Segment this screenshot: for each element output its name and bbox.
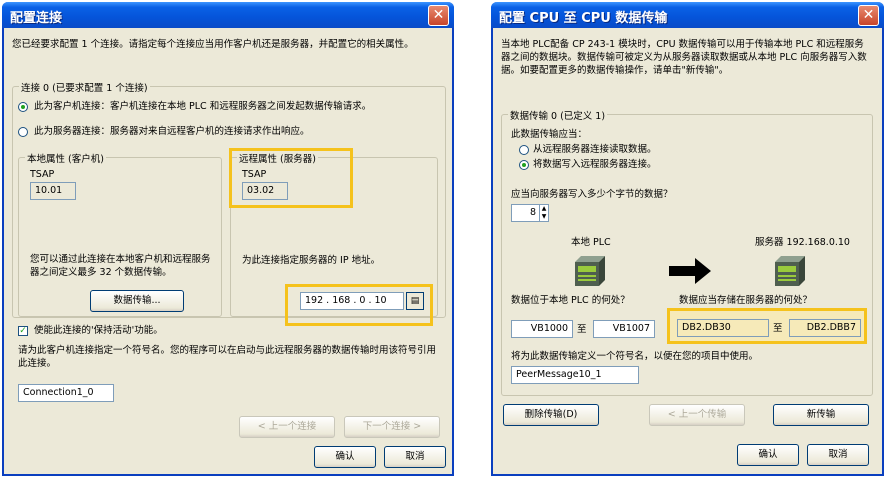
local-tsap-label: TSAP: [30, 169, 55, 180]
server-label: 服务器 192.168.0.10: [755, 237, 850, 248]
transfer-arrow-icon: [669, 258, 711, 284]
cpu-data-transfer-dialog: 配置 CPU 至 CPU 数据传输 ✕ 当本地 PLC配备 CP 243-1 模…: [491, 2, 884, 476]
connection-group-label: 连接 0 (已要求配置 1 个连接): [19, 80, 150, 94]
ip-address-highlight: [285, 284, 433, 326]
transfer-symbol-field[interactable]: PeerMessage10_1: [511, 366, 639, 384]
local-plc-icon: [575, 256, 605, 286]
client-connection-radio[interactable]: [18, 102, 28, 112]
prev-connection-button[interactable]: < 上一个连接: [239, 416, 335, 438]
local-note: 您可以通过此连接在本地客户机和远程服务器之间定义最多 32 个数据传输。: [30, 254, 211, 278]
transfer-group-label: 数据传输 0 (已定义 1): [508, 108, 608, 122]
title-bar[interactable]: 配置 CPU 至 CPU 数据传输 ✕: [491, 2, 884, 28]
write-radio[interactable]: [519, 160, 529, 170]
dialog-title: 配置连接: [10, 11, 63, 26]
client-connection-label[interactable]: 此为客户机连接：客户机连接在本地 PLC 和远程服务器之间发起数据传输请求。: [34, 100, 371, 113]
ok-button[interactable]: 确认: [314, 446, 376, 468]
cancel-button[interactable]: 取消: [384, 446, 446, 468]
delete-transfer-button[interactable]: 删除传输(D): [503, 404, 599, 426]
data-transfer-button[interactable]: 数据传输...: [90, 290, 184, 312]
close-icon[interactable]: ✕: [428, 5, 449, 26]
local-where-label: 数据位于本地 PLC 的何处？: [511, 295, 630, 306]
dialog-title: 配置 CPU 至 CPU 数据传输: [499, 11, 668, 26]
bytes-spinner-icon[interactable]: ▲ ▼: [539, 205, 548, 221]
configure-connection-dialog: 配置连接 ✕ 您已经要求配置 1 个连接。请指定每个连接应当用作客户机还是服务器…: [2, 2, 454, 476]
title-bar[interactable]: 配置连接 ✕: [2, 2, 454, 28]
keepalive-label[interactable]: 使能此连接的'保持活动'功能。: [34, 324, 163, 337]
new-transfer-button[interactable]: 新传输: [773, 404, 869, 426]
next-connection-button[interactable]: 下一个连接 >: [344, 416, 440, 438]
server-to-label: 至: [773, 323, 783, 334]
symbol-prompt: 请为此客户机连接指定一个符号名。您的程序可以在启动与此远程服务器的数据传输时用该…: [18, 345, 437, 369]
local-to-field[interactable]: VB1007: [593, 320, 655, 338]
close-icon[interactable]: ✕: [858, 5, 879, 26]
local-properties-label: 本地属性 (客户机): [25, 151, 106, 165]
server-connection-radio[interactable]: [18, 127, 28, 137]
should-label: 此数据传输应当：: [511, 129, 588, 140]
ok-button[interactable]: 确认: [737, 444, 799, 466]
intro-text: 您已经要求配置 1 个连接。请指定每个连接应当用作客户机还是服务器，并配置它的相…: [12, 39, 414, 50]
local-tsap-field[interactable]: 10.01: [30, 182, 76, 200]
server-where-label: 数据应当存储在服务器的何处？: [679, 295, 813, 306]
cancel-button[interactable]: 取消: [807, 444, 869, 466]
keepalive-checkbox[interactable]: ✓: [18, 326, 28, 336]
bytes-prompt: 应当向服务器写入多少个字节的数据？: [511, 189, 673, 200]
server-from-field[interactable]: DB2.DB30: [677, 319, 769, 337]
read-label[interactable]: 从远程服务器连接读取数据。: [533, 143, 657, 156]
write-label[interactable]: 将数据写入远程服务器连接。: [533, 158, 657, 171]
ip-prompt: 为此连接指定服务器的 IP 地址。: [242, 255, 381, 266]
connection-symbol-field[interactable]: Connection1_0: [18, 384, 114, 402]
local-from-field[interactable]: VB1000: [511, 320, 573, 338]
server-plc-icon: [775, 256, 805, 286]
local-to-label: 至: [577, 324, 587, 335]
remote-tsap-highlight: [229, 148, 353, 208]
intro-text: 当本地 PLC配备 CP 243-1 模块时，CPU 数据传输可以用于传输本地 …: [501, 39, 867, 76]
read-radio[interactable]: [519, 145, 529, 155]
symbol-prompt: 将为此数据传输定义一个符号名，以便在您的项目中使用。: [511, 351, 759, 362]
server-to-field[interactable]: DB2.DBB7: [789, 319, 861, 337]
prev-transfer-button[interactable]: < 上一个传输: [649, 404, 745, 426]
local-plc-label: 本地 PLC: [571, 237, 611, 248]
server-connection-label[interactable]: 此为服务器连接：服务器对来自远程客户机的连接请求作出响应。: [34, 125, 310, 138]
